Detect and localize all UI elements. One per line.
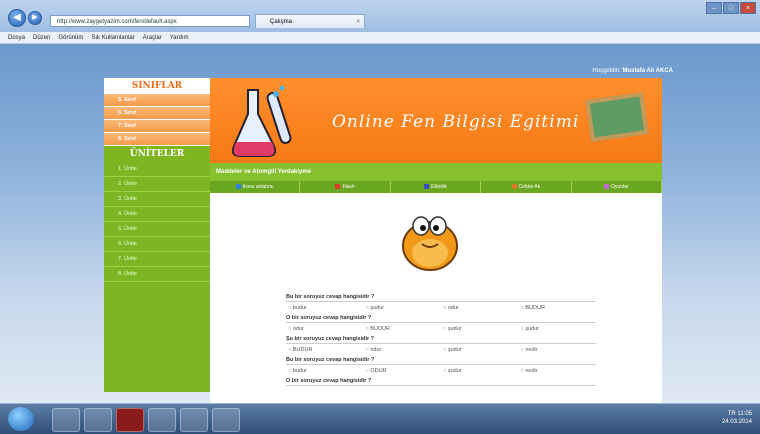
- minimize-icon[interactable]: –: [706, 2, 722, 14]
- sidebar: SINIFLAR 5. Sınıf 6. Sınıf 7. Sınıf 8. Sını…: [104, 78, 210, 392]
- taskbar: TR 11:05 24.03.2014: [0, 403, 760, 434]
- question-text: O bir soruyuz cevap hangisidir ?: [286, 377, 596, 386]
- answer-options: odurBUDURşudurşudur: [286, 323, 596, 335]
- answer-radio[interactable]: odur: [364, 344, 442, 356]
- answer-radio[interactable]: BUDUR: [286, 344, 364, 356]
- answer-radio[interactable]: şudur: [441, 365, 519, 377]
- sidebar-item-unit[interactable]: 2. Ünite: [104, 177, 210, 192]
- address-bar[interactable]: http://www.zaygetyazim.com/fen/default.a…: [50, 15, 250, 27]
- user-name: Mustafa Ali AKCA: [622, 68, 673, 74]
- answer-radio[interactable]: odur: [441, 302, 519, 314]
- lab-flask-icon: [231, 85, 292, 157]
- section-title: Maddeler ve Atomgill Yerdakiyme: [210, 163, 662, 181]
- answer-radio[interactable]: nedir: [519, 344, 597, 356]
- menu-item[interactable]: Araçlar: [143, 32, 162, 43]
- nav-icon: [335, 184, 341, 190]
- header-banner: Online Fen Bilgisi Egitimi: [210, 78, 662, 163]
- window-controls: – □ ×: [706, 2, 756, 14]
- answer-radio[interactable]: budur: [286, 302, 364, 314]
- menu-item[interactable]: Sık Kullanılanlar: [91, 32, 134, 43]
- sidebar-item-unit[interactable]: 3. Ünite: [104, 192, 210, 207]
- answer-radio[interactable]: nedir: [519, 365, 597, 377]
- menu-item[interactable]: Görünüm: [58, 32, 83, 43]
- sidebar-item-unit[interactable]: 7. Ünite: [104, 252, 210, 267]
- answer-options: budurşudurodurBUDUR: [286, 302, 596, 314]
- user-greeting: Hoşgeldin: Mustafa Ali AKCA: [563, 68, 673, 74]
- answer-radio[interactable]: odur: [286, 323, 364, 335]
- language-indicator: TR: [727, 411, 736, 417]
- content-nav: Konu anlatımı Flash Etkinlik Cebire Ak Oyunl…: [210, 181, 663, 193]
- answer-options: budurODURşudurnedir: [286, 365, 596, 377]
- nav-icon: [511, 184, 517, 190]
- close-tab-icon[interactable]: ×: [356, 15, 360, 29]
- folder-icon[interactable]: [148, 408, 176, 432]
- tray-time: 11:05: [737, 411, 752, 417]
- chalkboard-icon: [585, 92, 649, 142]
- nav-item[interactable]: Konu anlatımı: [210, 181, 301, 193]
- answer-radio[interactable]: şudur: [441, 323, 519, 335]
- sidebar-fill: [104, 282, 210, 392]
- user-label: Hoşgeldin:: [592, 68, 621, 74]
- question-text: Bu bir soruyuz cevap hangisidir ?: [286, 293, 596, 302]
- flash-icon[interactable]: [116, 408, 144, 432]
- nav-label: Flash: [342, 184, 355, 190]
- question-text: O bir soruyuz cevap hangisidir ?: [286, 314, 596, 323]
- nav-item[interactable]: Cebire Ak: [481, 181, 572, 193]
- nav-label: Konu anlatımı: [242, 184, 274, 190]
- ie-icon[interactable]: [52, 408, 80, 432]
- answer-radio[interactable]: BUDUR: [364, 323, 442, 335]
- answer-radio[interactable]: şudur: [441, 344, 519, 356]
- start-button[interactable]: [8, 407, 34, 431]
- nav-item[interactable]: Oyunlar: [572, 181, 663, 193]
- nav-icon: [604, 184, 610, 190]
- sidebar-item-unit[interactable]: 6. Ünite: [104, 237, 210, 252]
- browser-tab[interactable]: Çalışma ×: [255, 14, 365, 28]
- menu-item[interactable]: Düzen: [33, 32, 50, 43]
- nav-label: Etkinlik: [431, 184, 447, 190]
- answer-options: BUDURodurşudurnedir: [286, 344, 596, 356]
- nav-item[interactable]: Flash: [300, 181, 391, 193]
- answer-radio[interactable]: BUDUR: [519, 302, 597, 314]
- nav-label: Oyunlar: [611, 184, 629, 190]
- sidebar-item-unit[interactable]: 4. Ünite: [104, 207, 210, 222]
- paint-icon[interactable]: [212, 408, 240, 432]
- sidebar-item-class[interactable]: 5. Sınıf: [104, 94, 210, 107]
- menu-item[interactable]: Dosya: [8, 32, 25, 43]
- sidebar-item-unit[interactable]: 1. Ünite: [104, 162, 210, 177]
- question-text: Şu bir soruyuz cevap hangisidir ?: [286, 335, 596, 344]
- quiz: Bu bir soruyuz cevap hangisidir ?budurşu…: [286, 293, 596, 386]
- sidebar-item-class[interactable]: 6. Sınıf: [104, 107, 210, 120]
- question-text: Bu bir soruyuz cevap hangisidir ?: [286, 356, 596, 365]
- tray-date: 24.03.2014: [721, 419, 752, 425]
- mascot-character-icon: [402, 216, 458, 271]
- network-icon[interactable]: [180, 408, 208, 432]
- maximize-icon[interactable]: □: [723, 2, 739, 14]
- nav-icon: [424, 184, 430, 190]
- sidebar-item-unit[interactable]: 5. Ünite: [104, 222, 210, 237]
- chrome-icon[interactable]: [84, 408, 112, 432]
- sidebar-item-class[interactable]: 7. Sınıf: [104, 120, 210, 133]
- back-arrow-icon[interactable]: ◀: [8, 9, 26, 27]
- browser-titlebar: ◀ ▶ http://www.zaygetyazim.com/fen/defau…: [0, 0, 760, 32]
- nav-item[interactable]: Etkinlik: [391, 181, 482, 193]
- nav-icon: [235, 184, 241, 190]
- answer-radio[interactable]: ODUR: [364, 365, 442, 377]
- forward-arrow-icon[interactable]: ▶: [28, 11, 42, 25]
- menu-bar: Dosya Düzen Görünüm Sık Kullanılanlar Araçla…: [0, 32, 760, 44]
- tab-title: Çalışma: [270, 19, 293, 25]
- menu-item[interactable]: Yardım: [170, 32, 189, 43]
- answer-radio[interactable]: şudur: [364, 302, 442, 314]
- nav-label: Cebire Ak: [518, 184, 541, 190]
- close-window-icon[interactable]: ×: [740, 2, 756, 14]
- banner-title: Online Fen Bilgisi Egitimi: [332, 112, 580, 132]
- main-content: Bu bir soruyuz cevap hangisidir ?budurşu…: [210, 193, 662, 403]
- answer-radio[interactable]: şudur: [519, 323, 597, 335]
- units-header: ÜNİTELER: [104, 146, 210, 162]
- sidebar-item-unit[interactable]: 8. Ünite: [104, 267, 210, 282]
- system-tray[interactable]: TR 11:05 24.03.2014: [722, 410, 752, 426]
- answer-radio[interactable]: budur: [286, 365, 364, 377]
- sidebar-item-class[interactable]: 8. Sınıf: [104, 133, 210, 146]
- classes-header: SINIFLAR: [104, 78, 210, 94]
